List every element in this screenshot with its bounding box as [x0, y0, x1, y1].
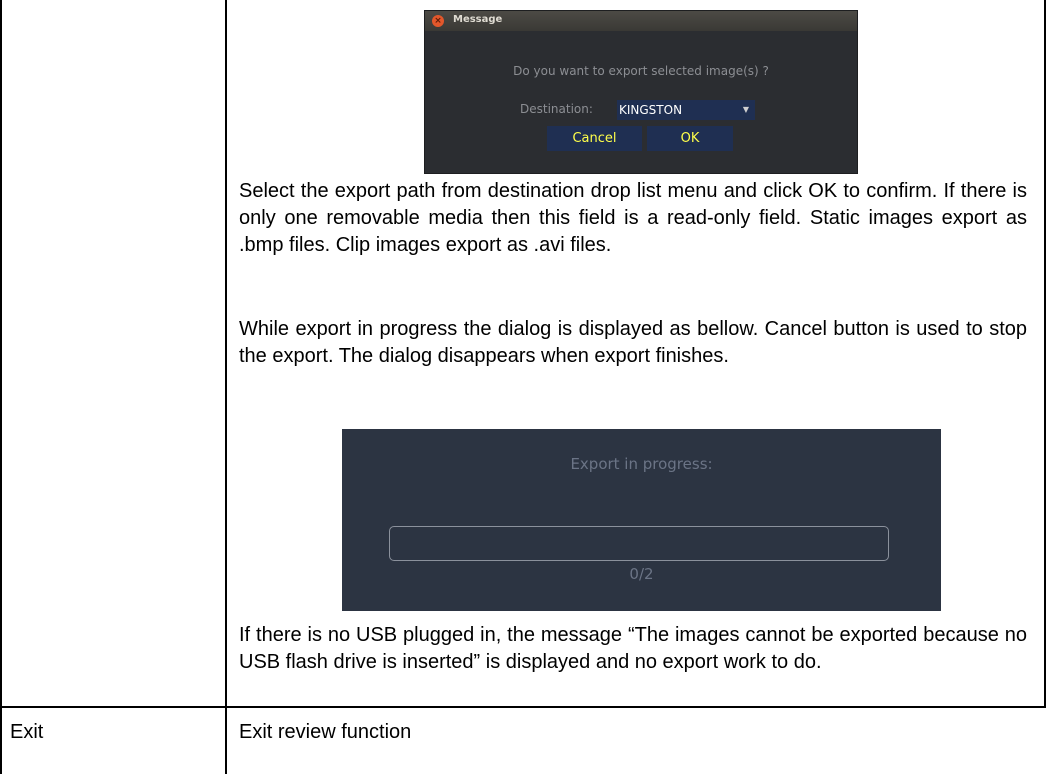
- export-dialog: × Message Do you want to export selected…: [424, 10, 858, 174]
- paragraph-export-progress: While export in progress the dialog is d…: [239, 318, 1027, 367]
- progress-dialog: Export in progress: 0/2: [342, 429, 941, 611]
- table-cell-description: Exit review function: [239, 721, 412, 743]
- dialog-question: Do you want to export selected image(s) …: [513, 64, 769, 78]
- dialog-title: Message: [453, 14, 503, 25]
- progress-label: Export in progress:: [570, 455, 713, 473]
- paragraph-export-path: Select the export path from destination …: [239, 180, 1027, 256]
- paragraph-no-usb: If there is no USB plugged in, the messa…: [239, 624, 1027, 673]
- dialog-titlebar: × Message: [425, 11, 857, 31]
- table-row-divider: [0, 706, 1046, 708]
- table-column-divider: [225, 0, 227, 774]
- table-cell-name: Exit: [10, 721, 44, 743]
- close-icon[interactable]: ×: [432, 15, 444, 27]
- ok-button[interactable]: OK: [647, 126, 733, 151]
- table-left-border: [0, 0, 2, 774]
- table-right-border: [1044, 0, 1046, 708]
- progress-bar: [389, 526, 889, 561]
- chevron-down-icon: ▼: [742, 105, 749, 114]
- destination-label: Destination:: [520, 102, 593, 116]
- destination-value: KINGSTON: [619, 103, 683, 117]
- cancel-button[interactable]: Cancel: [547, 126, 642, 151]
- destination-select[interactable]: KINGSTON ▼: [617, 100, 755, 120]
- progress-count: 0/2: [629, 565, 654, 583]
